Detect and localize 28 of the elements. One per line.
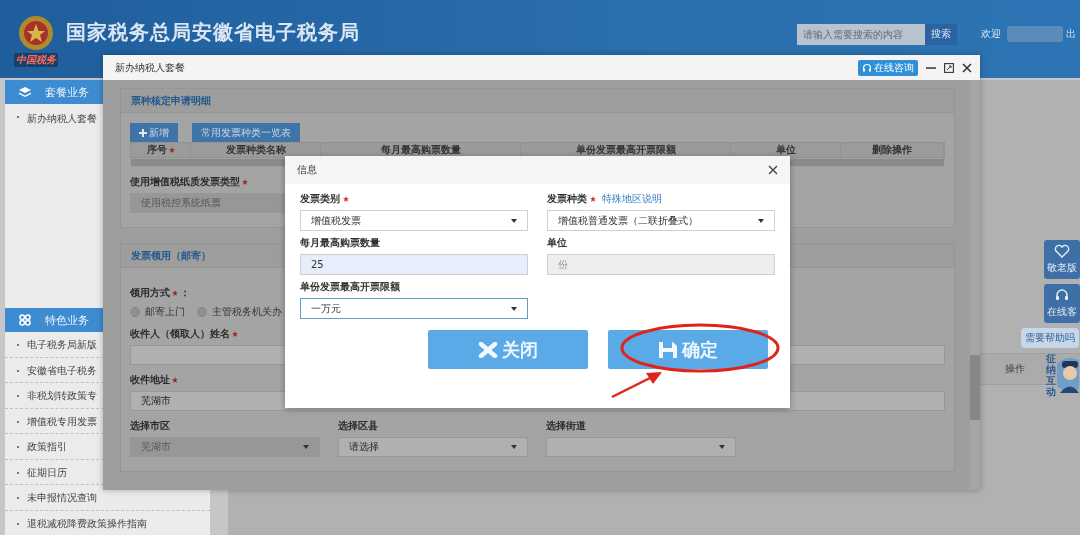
field-label: 使用增值税纸质发票类型 [130, 175, 240, 189]
field-label: 收件人（领取人）姓名 [130, 327, 230, 341]
field-label: 收件地址 [130, 373, 170, 387]
field-label: 选择区县 [338, 419, 378, 433]
section-title: 特色业务 [45, 312, 89, 328]
column-header: 发票种类名称 [225, 143, 286, 157]
site-title: 国家税务总局安徽省电子税务局 [66, 18, 360, 46]
logo-text: 中国税务 [14, 53, 58, 67]
panel-title: 票种核定申请明细 [121, 89, 954, 113]
field-label: 选择市区 [130, 419, 170, 433]
radio-label: 邮寄上门 [145, 305, 185, 319]
welcome-text: 欢迎 [981, 27, 1001, 41]
field-label: 领用方式 [130, 286, 170, 300]
radio-label: 主管税务机关办 [212, 305, 282, 319]
modal-title: 新办纳税人套餐 [115, 60, 185, 75]
column-header: 操作 [1005, 362, 1025, 376]
field-label: 选择街道 [546, 419, 586, 433]
dialog-title: 信息 [297, 163, 317, 177]
column-header: 单位 [775, 143, 796, 157]
section-title: 套餐业务 [45, 84, 89, 100]
field-label: 发票种类 [547, 192, 587, 206]
column-header: 删除操作 [872, 143, 912, 157]
mascot-label: 征纳互动 [1046, 353, 1056, 397]
column-header: 单份发票最高开票限额 [575, 143, 676, 157]
field-label: 单份发票最高开票限额 [300, 280, 400, 294]
label-colon: ： [180, 286, 190, 300]
column-header: 每月最高购票数量 [380, 143, 461, 157]
column-header: 序号 [146, 143, 167, 157]
